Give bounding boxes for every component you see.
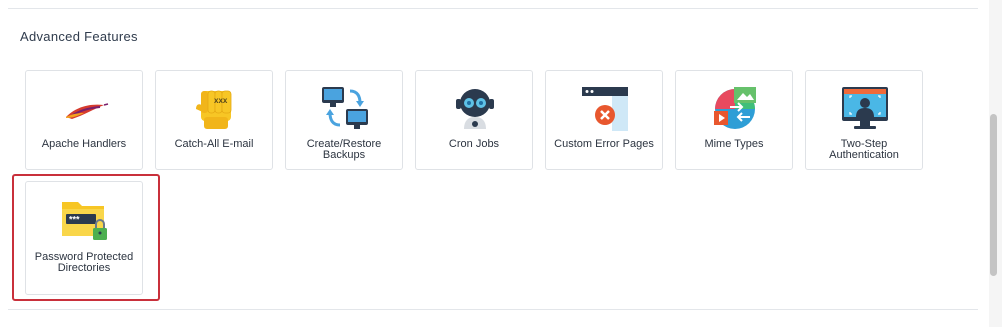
tile-apache-handlers[interactable]: Apache Handlers <box>25 70 143 170</box>
tile-two-step-authentication[interactable]: Two-Step Authentication <box>805 70 923 170</box>
error-page-icon <box>580 83 630 133</box>
catch-hand-icon: xxx <box>190 83 240 133</box>
tile-mime-types[interactable]: Mime Types <box>675 70 793 170</box>
tile-custom-error-pages[interactable]: Custom Error Pages <box>545 70 663 170</box>
tile-label: Cron Jobs <box>448 138 500 150</box>
tile-cron-jobs[interactable]: Cron Jobs <box>415 70 533 170</box>
tile-label: Custom Error Pages <box>554 138 654 150</box>
tile-create-restore-backups[interactable]: Create/Restore Backups <box>285 70 403 170</box>
feather-icon <box>60 83 110 133</box>
backup-computers-icon <box>320 83 370 133</box>
scrollbar-thumb[interactable] <box>990 114 997 276</box>
selection-highlight <box>12 174 160 301</box>
tile-label: Catch-All E-mail <box>174 138 254 150</box>
tile-label: Two-Step Authentication <box>829 138 899 161</box>
tile-catch-all-email[interactable]: xxx Catch-All E-mail <box>155 70 273 170</box>
tile-label: Mime Types <box>704 138 764 150</box>
top-divider <box>8 8 978 9</box>
advanced-features-panel: Advanced Features Apache Handlers xxx Ca… <box>0 0 1002 327</box>
mime-types-icon <box>710 83 760 133</box>
robot-icon <box>450 83 500 133</box>
tile-label: Apache Handlers <box>41 138 127 150</box>
bottom-divider <box>8 309 978 310</box>
tile-label: Create/Restore Backups <box>306 138 382 161</box>
section-title: Advanced Features <box>20 29 138 44</box>
svg-text:xxx: xxx <box>214 96 228 105</box>
two-step-monitor-icon <box>840 83 890 133</box>
